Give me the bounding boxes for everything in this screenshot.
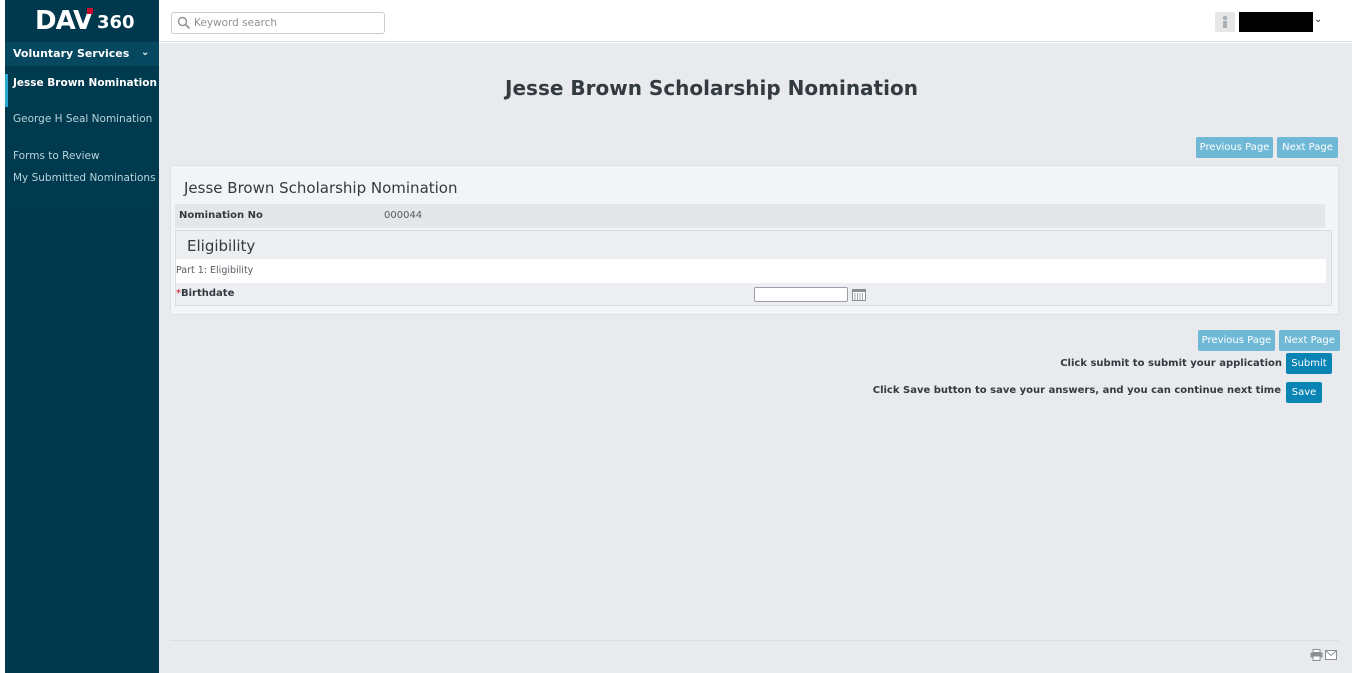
nomination-no-label: Nomination No xyxy=(179,210,263,221)
birthdate-input[interactable] xyxy=(754,287,848,302)
search-input[interactable] xyxy=(194,15,380,31)
sidebar-item-my-submitted-nominations[interactable]: My Submitted Nominations xyxy=(5,172,159,185)
save-button[interactable]: Save xyxy=(1286,382,1322,403)
user-name-redacted[interactable] xyxy=(1239,12,1313,32)
eligibility-section: Eligibility Part 1: Eligibility * Birthd… xyxy=(175,230,1332,306)
app-frame: DAV 360 Voluntary Services ⌄ Jesse Brown… xyxy=(5,0,1352,673)
save-message: Click Save button to save your answers, … xyxy=(872,385,1281,396)
footer-divider xyxy=(170,640,1339,641)
sidebar-item-forms-to-review[interactable]: Forms to Review xyxy=(5,150,159,163)
next-page-button-bottom[interactable]: Next Page xyxy=(1279,330,1340,351)
birthdate-label: Birthdate xyxy=(181,288,235,299)
user-avatar-icon[interactable] xyxy=(1215,12,1235,32)
calendar-icon[interactable] xyxy=(852,288,866,301)
submit-message: Click submit to submit your application xyxy=(1060,358,1282,369)
chevron-down-icon[interactable]: ⌄ xyxy=(1314,14,1322,25)
form-panel: Jesse Brown Scholarship Nomination Nomin… xyxy=(170,165,1339,315)
form-title: Jesse Brown Scholarship Nomination xyxy=(184,179,458,197)
chevron-down-icon: ⌄ xyxy=(141,47,150,58)
logo-suffix: 360 xyxy=(97,12,135,33)
sidebar: DAV 360 Voluntary Services ⌄ Jesse Brown… xyxy=(5,0,159,673)
sidebar-nav xyxy=(5,70,159,208)
search-icon xyxy=(177,16,191,30)
main-content: Jesse Brown Scholarship Nomination Previ… xyxy=(159,43,1352,673)
top-bar: ⌄ xyxy=(159,0,1352,42)
mail-icon[interactable] xyxy=(1325,650,1337,660)
sidebar-section-label: Voluntary Services xyxy=(13,47,130,60)
next-page-button[interactable]: Next Page xyxy=(1277,137,1338,158)
eligibility-part-label: Part 1: Eligibility xyxy=(176,265,254,276)
previous-page-button[interactable]: Previous Page xyxy=(1196,137,1273,158)
print-icon[interactable] xyxy=(1310,649,1323,661)
birthdate-row: * Birthdate xyxy=(176,283,1326,305)
eligibility-part-row: Part 1: Eligibility xyxy=(176,259,1326,283)
search-box[interactable] xyxy=(171,12,385,34)
page-title: Jesse Brown Scholarship Nomination xyxy=(505,76,918,100)
sidebar-item-george-h-seal-nomination[interactable]: George H Seal Nomination xyxy=(5,113,159,126)
logo-brand: DAV xyxy=(35,6,93,36)
logo[interactable]: DAV 360 xyxy=(5,0,159,42)
previous-page-button-bottom[interactable]: Previous Page xyxy=(1198,330,1275,351)
sidebar-section-voluntary-services[interactable]: Voluntary Services ⌄ xyxy=(5,42,159,66)
submit-button[interactable]: Submit xyxy=(1286,353,1332,374)
sidebar-item-jesse-brown-nomination[interactable]: Jesse Brown Nomination xyxy=(5,77,159,90)
logo-mark xyxy=(87,8,93,14)
eligibility-title: Eligibility xyxy=(187,237,256,255)
nomination-no-value: 000044 xyxy=(384,210,423,221)
nomination-row: Nomination No 000044 xyxy=(175,204,1325,228)
